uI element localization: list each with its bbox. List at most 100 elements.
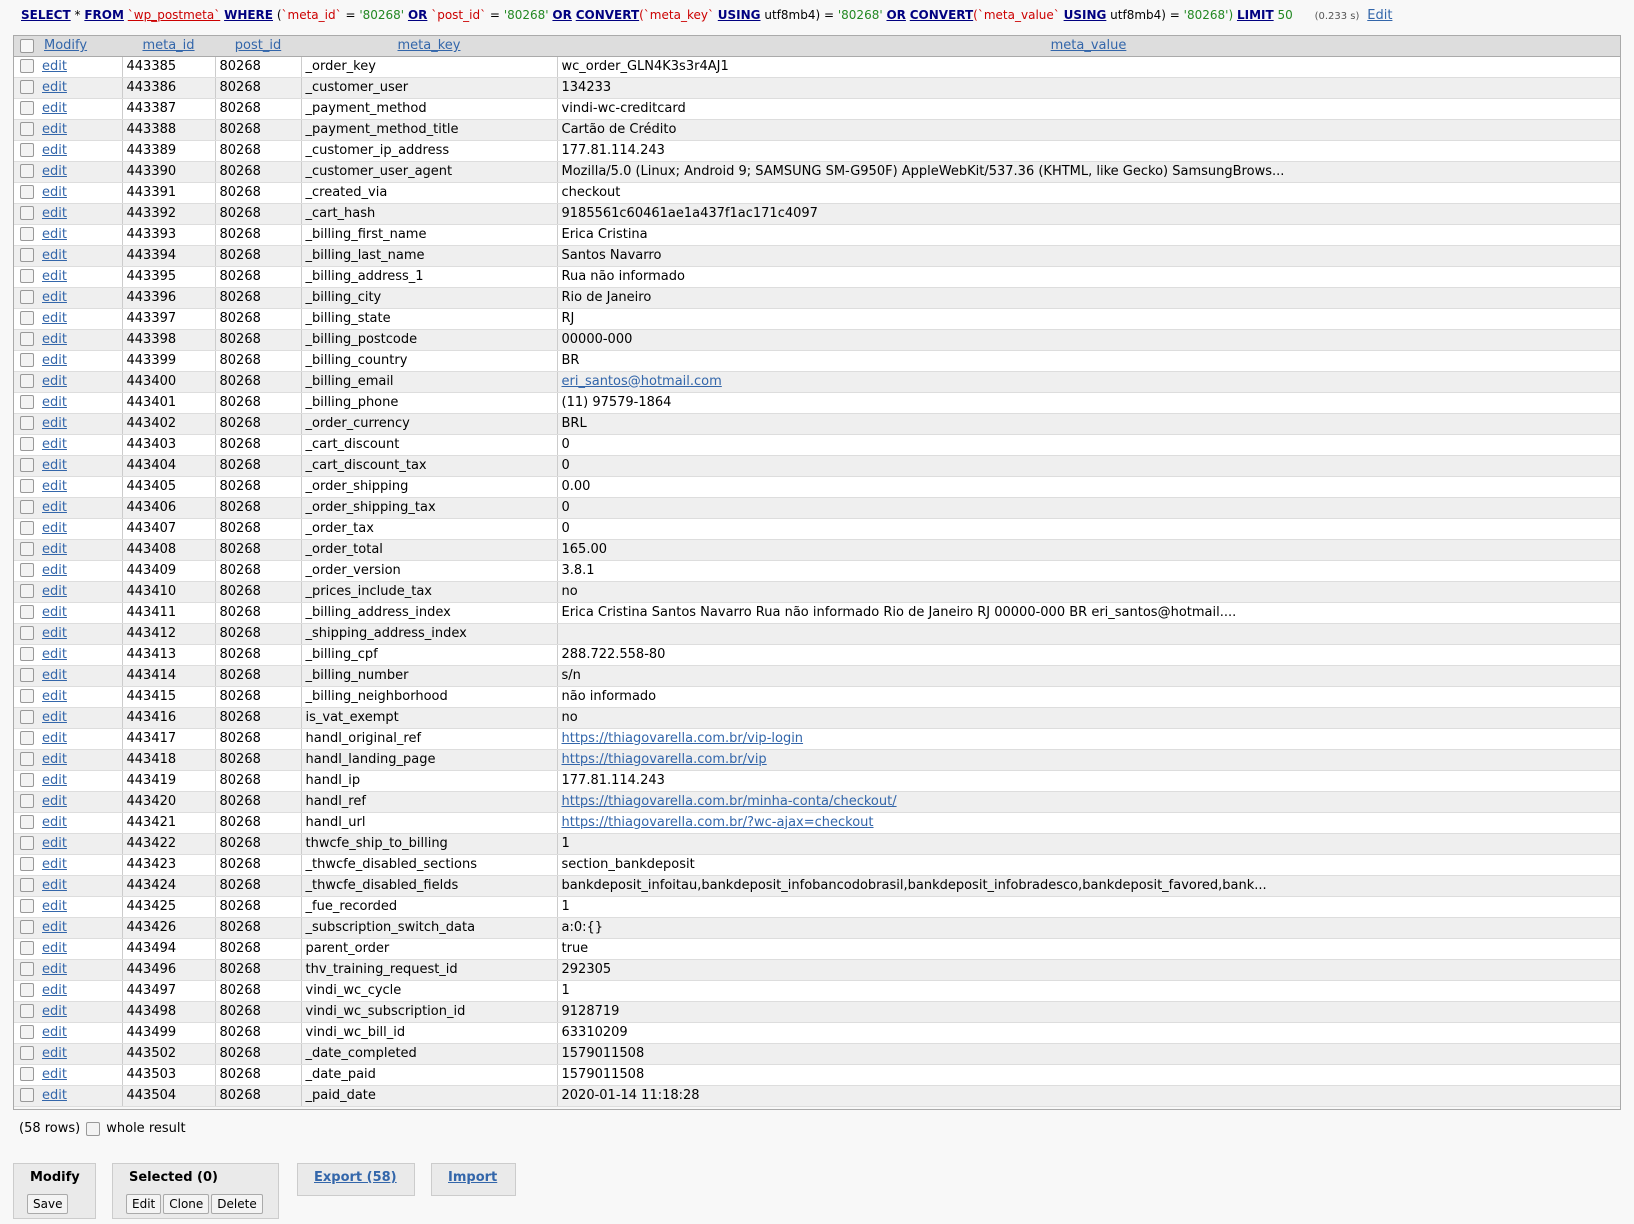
row-checkbox[interactable] (20, 521, 34, 535)
row-checkbox[interactable] (20, 143, 34, 157)
row-checkbox[interactable] (20, 59, 34, 73)
clone-button[interactable]: Clone (163, 1194, 210, 1214)
sort-meta-value-link[interactable]: meta_value (1051, 38, 1127, 53)
row-checkbox[interactable] (20, 1025, 34, 1039)
sql-keyword[interactable]: USING (718, 8, 761, 22)
row-checkbox[interactable] (20, 479, 34, 493)
row-edit-link[interactable]: edit (42, 248, 67, 263)
row-edit-link[interactable]: edit (42, 395, 67, 410)
row-checkbox[interactable] (20, 941, 34, 955)
row-checkbox[interactable] (20, 920, 34, 934)
row-edit-link[interactable]: edit (42, 164, 67, 179)
row-checkbox[interactable] (20, 773, 34, 787)
row-edit-link[interactable]: edit (42, 1067, 67, 1082)
row-edit-link[interactable]: edit (42, 605, 67, 620)
delete-button[interactable]: Delete (211, 1194, 263, 1214)
row-checkbox[interactable] (20, 815, 34, 829)
select-all-checkbox[interactable] (20, 38, 34, 53)
edit-selected-button[interactable]: Edit (126, 1194, 162, 1214)
sort-meta-key-link[interactable]: meta_key (398, 38, 461, 53)
row-checkbox[interactable] (20, 374, 34, 388)
row-edit-link[interactable]: edit (42, 920, 67, 935)
row-checkbox[interactable] (20, 1088, 34, 1102)
row-checkbox[interactable] (20, 584, 34, 598)
row-edit-link[interactable]: edit (42, 584, 67, 599)
row-edit-link[interactable]: edit (42, 1088, 67, 1103)
row-edit-link[interactable]: edit (42, 563, 67, 578)
row-checkbox[interactable] (20, 458, 34, 472)
row-checkbox[interactable] (20, 332, 34, 346)
row-checkbox[interactable] (20, 122, 34, 136)
row-edit-link[interactable]: edit (42, 311, 67, 326)
meta-value-link[interactable]: https://thiagovarella.com.br/?wc-ajax=ch… (562, 815, 874, 830)
whole-result-label[interactable]: whole result (106, 1121, 185, 1136)
row-edit-link[interactable]: edit (42, 941, 67, 956)
row-checkbox[interactable] (20, 1046, 34, 1060)
sql-keyword[interactable]: SELECT (21, 8, 71, 22)
row-edit-link[interactable]: edit (42, 80, 67, 95)
sql-keyword[interactable]: OR (552, 8, 571, 22)
row-checkbox[interactable] (20, 437, 34, 451)
row-checkbox[interactable] (20, 731, 34, 745)
sort-post-id-link[interactable]: post_id (235, 38, 281, 53)
row-checkbox[interactable] (20, 647, 34, 661)
row-edit-link[interactable]: edit (42, 899, 67, 914)
row-edit-link[interactable]: edit (42, 59, 67, 74)
row-edit-link[interactable]: edit (42, 500, 67, 515)
row-checkbox[interactable] (20, 794, 34, 808)
row-edit-link[interactable]: edit (42, 626, 67, 641)
row-edit-link[interactable]: edit (42, 689, 67, 704)
row-edit-link[interactable]: edit (42, 185, 67, 200)
whole-result-checkbox[interactable] (86, 1121, 101, 1136)
edit-query-link[interactable]: Edit (1367, 8, 1392, 23)
row-edit-link[interactable]: edit (42, 353, 67, 368)
row-edit-link[interactable]: edit (42, 437, 67, 452)
row-checkbox[interactable] (20, 80, 34, 94)
row-edit-link[interactable]: edit (42, 101, 67, 116)
row-edit-link[interactable]: edit (42, 206, 67, 221)
row-checkbox[interactable] (20, 857, 34, 871)
row-checkbox[interactable] (20, 605, 34, 619)
meta-value-link[interactable]: https://thiagovarella.com.br/vip-login (562, 731, 804, 746)
row-checkbox[interactable] (20, 500, 34, 514)
modify-header-link[interactable]: Modify (44, 38, 87, 53)
meta-value-link[interactable]: https://thiagovarella.com.br/vip (562, 752, 767, 767)
row-checkbox[interactable] (20, 311, 34, 325)
row-checkbox[interactable] (20, 1067, 34, 1081)
row-checkbox[interactable] (20, 878, 34, 892)
import-link[interactable]: Import (448, 1170, 497, 1185)
row-checkbox[interactable] (20, 416, 34, 430)
save-button[interactable]: Save (27, 1194, 69, 1214)
row-edit-link[interactable]: edit (42, 290, 67, 305)
row-checkbox[interactable] (20, 353, 34, 367)
row-edit-link[interactable]: edit (42, 227, 67, 242)
row-edit-link[interactable]: edit (42, 479, 67, 494)
row-edit-link[interactable]: edit (42, 143, 67, 158)
row-edit-link[interactable]: edit (42, 752, 67, 767)
row-edit-link[interactable]: edit (42, 1025, 67, 1040)
meta-value-link[interactable]: https://thiagovarella.com.br/minha-conta… (562, 794, 897, 809)
row-checkbox[interactable] (20, 542, 34, 556)
row-checkbox[interactable] (20, 689, 34, 703)
row-edit-link[interactable]: edit (42, 983, 67, 998)
sql-keyword[interactable]: WHERE (224, 8, 273, 22)
row-checkbox[interactable] (20, 668, 34, 682)
row-edit-link[interactable]: edit (42, 668, 67, 683)
sql-table-link[interactable]: `wp_postmeta` (128, 8, 220, 22)
sql-keyword[interactable]: FROM (84, 8, 124, 22)
row-edit-link[interactable]: edit (42, 794, 67, 809)
row-edit-link[interactable]: edit (42, 542, 67, 557)
row-edit-link[interactable]: edit (42, 647, 67, 662)
row-checkbox[interactable] (20, 290, 34, 304)
row-edit-link[interactable]: edit (42, 815, 67, 830)
sql-keyword[interactable]: LIMIT (1237, 8, 1274, 22)
row-checkbox[interactable] (20, 899, 34, 913)
row-edit-link[interactable]: edit (42, 857, 67, 872)
sort-meta-id-link[interactable]: meta_id (142, 38, 194, 53)
row-edit-link[interactable]: edit (42, 416, 67, 431)
row-checkbox[interactable] (20, 962, 34, 976)
row-edit-link[interactable]: edit (42, 773, 67, 788)
row-checkbox[interactable] (20, 752, 34, 766)
row-edit-link[interactable]: edit (42, 374, 67, 389)
row-edit-link[interactable]: edit (42, 836, 67, 851)
